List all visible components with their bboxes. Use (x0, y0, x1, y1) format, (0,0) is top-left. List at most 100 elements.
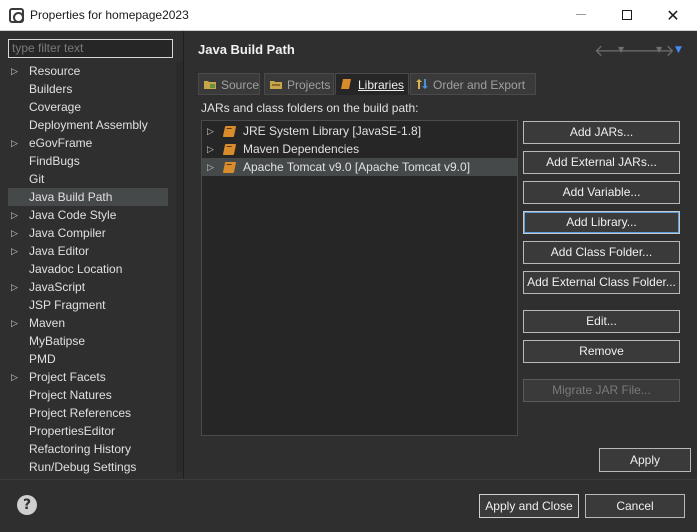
tree-item[interactable]: PropertiesEditor (0, 422, 176, 440)
tree-item[interactable]: Git (0, 170, 176, 188)
properties-tree: ▷ Resource Builders Coverage Deployment Asse… (0, 62, 176, 476)
apply-and-close-button[interactable]: Apply and Close (479, 494, 579, 518)
expand-arrow-icon[interactable]: ▷ (11, 314, 18, 332)
maximize-button[interactable] (604, 0, 650, 31)
remove-button[interactable]: Remove (523, 340, 680, 363)
tab-projects[interactable]: Projects (264, 73, 334, 95)
expand-arrow-icon[interactable]: ▷ (11, 134, 18, 152)
tab-label: Projects (287, 78, 331, 92)
back-arrow-icon[interactable]: 🡐 (594, 40, 637, 60)
order-arrows-icon (416, 79, 428, 89)
help-icon[interactable]: ? (17, 495, 37, 515)
library-entry-label: Maven Dependencies (243, 142, 360, 156)
tree-item[interactable]: ▷ Resource (0, 62, 176, 80)
add-variable-button[interactable]: Add Variable... (523, 181, 680, 204)
expand-arrow-icon[interactable]: ▷ (11, 224, 18, 242)
cancel-button[interactable]: Cancel (585, 494, 685, 518)
tree-item-label: FindBugs (29, 154, 80, 168)
tab-libraries[interactable]: Libraries (335, 73, 409, 95)
tab-label: Order and Export (433, 78, 526, 92)
tab-order-and-export[interactable]: Order and Export (410, 73, 536, 95)
tree-item-label: Maven (29, 316, 66, 330)
page-header: Java Build Path 🡐 ▼ 🡒 ▼ ▼ (186, 31, 697, 66)
tree-item-label: Resource (29, 64, 81, 78)
library-icon (341, 79, 351, 89)
migrate-jar-button[interactable]: Migrate JAR File... (523, 379, 680, 402)
back-dropdown-icon[interactable]: ▼ (618, 45, 624, 54)
library-entry-label: JRE System Library [JavaSE-1.8] (243, 124, 422, 138)
expand-arrow-icon[interactable]: ▷ (11, 242, 18, 260)
tree-item[interactable]: ▷ Java Code Style (0, 206, 176, 224)
expand-arrow-icon[interactable]: ▷ (207, 140, 214, 158)
apply-button[interactable]: Apply (599, 448, 691, 472)
tree-item[interactable]: ▷ eGovFrame (0, 134, 176, 152)
tree-item[interactable]: Project Natures (0, 386, 176, 404)
tree-item[interactable]: PMD (0, 350, 176, 368)
tree-item-label: JSP Fragment (29, 298, 106, 312)
tree-item-label: MyBatipse (29, 334, 86, 348)
tree-item[interactable]: ▷ Maven (0, 314, 176, 332)
edit-button[interactable]: Edit... (523, 310, 680, 333)
tree-item[interactable]: ▷ Java Editor (0, 242, 176, 260)
tab-source[interactable]: Source (198, 73, 260, 95)
tree-item[interactable]: ▷ Project Facets (0, 368, 176, 386)
tree-item-label: Builders (29, 82, 73, 96)
title-bar: Properties for homepage2023 ✕ (0, 0, 697, 31)
tree-item[interactable]: JSP Fragment (0, 296, 176, 314)
eclipse-app-icon (9, 8, 24, 23)
tree-item[interactable]: Builders (0, 80, 176, 98)
view-menu-icon[interactable]: ▼ (675, 45, 682, 55)
expand-arrow-icon[interactable]: ▷ (11, 206, 18, 224)
expand-arrow-icon[interactable]: ▷ (207, 158, 214, 176)
java-build-path-page: Java Build Path 🡐 ▼ 🡒 ▼ ▼ Source Project… (186, 31, 697, 479)
properties-tree-pane: type filter text ▷ Resource Builders Covera… (0, 31, 184, 479)
tab-label: Source (221, 78, 260, 92)
add-class-folder-button[interactable]: Add Class Folder... (523, 241, 680, 264)
library-entry[interactable]: ▷ Apache Tomcat v9.0 [Apache Tomcat v9.0] (202, 158, 517, 176)
tree-item[interactable]: Java Build Path (8, 188, 168, 206)
expand-arrow-icon[interactable]: ▷ (11, 368, 18, 386)
build-path-subtitle: JARs and class folders on the build path… (201, 101, 419, 115)
tree-item-label: Git (29, 172, 45, 186)
tree-item-label: Java Code Style (29, 208, 117, 222)
tree-item-label: Java Editor (29, 244, 90, 258)
expand-arrow-icon[interactable]: ▷ (207, 122, 214, 140)
tree-item[interactable]: Run/Debug Settings (0, 458, 176, 476)
add-jars-button[interactable]: Add JARs... (523, 121, 680, 144)
tree-item[interactable]: ▷ Java Compiler (0, 224, 176, 242)
add-external-jars-button[interactable]: Add External JARs... (523, 151, 680, 174)
expand-arrow-icon[interactable]: ▷ (11, 278, 18, 296)
minimize-icon (576, 14, 586, 15)
tree-item-label: Refactoring History (29, 442, 132, 456)
project-folder-icon (270, 81, 282, 89)
tree-item-label: eGovFrame (29, 136, 93, 150)
maximize-icon (622, 10, 632, 20)
tree-item-label: Javadoc Location (29, 262, 123, 276)
filter-input[interactable]: type filter text (8, 39, 173, 58)
library-entry[interactable]: ▷ Maven Dependencies (202, 140, 517, 158)
minimize-button[interactable] (558, 0, 604, 31)
add-external-class-folder-button[interactable]: Add External Class Folder... (523, 271, 680, 294)
tree-item[interactable]: MyBatipse (0, 332, 176, 350)
add-library-button[interactable]: Add Library... (523, 211, 680, 234)
library-entry-label: Apache Tomcat v9.0 [Apache Tomcat v9.0] (243, 160, 471, 174)
tree-item-label: Project References (29, 406, 132, 420)
tree-item[interactable]: Coverage (0, 98, 176, 116)
tree-item[interactable]: Refactoring History (0, 440, 176, 458)
forward-arrow-icon[interactable]: 🡒 (632, 40, 675, 60)
library-icon (222, 144, 237, 155)
library-icon (222, 126, 237, 137)
tree-item-label: PropertiesEditor (29, 424, 116, 438)
tree-scrollbar[interactable] (176, 62, 183, 472)
close-button[interactable]: ✕ (650, 0, 696, 31)
tree-item[interactable]: FindBugs (0, 152, 176, 170)
tree-item-label: Coverage (29, 100, 82, 114)
tree-item[interactable]: Project References (0, 404, 176, 422)
expand-arrow-icon[interactable]: ▷ (11, 62, 18, 80)
library-entry[interactable]: ▷ JRE System Library [JavaSE-1.8] (202, 122, 517, 140)
forward-dropdown-icon[interactable]: ▼ (656, 45, 662, 54)
tree-item[interactable]: ▷ JavaScript (0, 278, 176, 296)
library-icon (222, 162, 237, 173)
tree-item[interactable]: Javadoc Location (0, 260, 176, 278)
tree-item[interactable]: Deployment Assembly (0, 116, 176, 134)
